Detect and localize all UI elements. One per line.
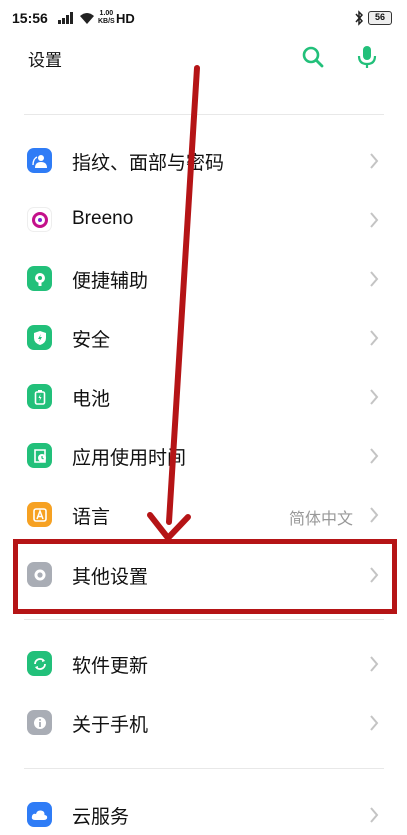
chevron-right-icon xyxy=(370,807,379,823)
bluetooth-icon xyxy=(355,10,364,26)
shield-icon xyxy=(27,325,52,350)
fingerprint-user-icon xyxy=(27,148,52,173)
settings-item-language[interactable]: 语言 简体中文 xyxy=(0,486,407,544)
chevron-right-icon xyxy=(370,153,379,169)
settings-item-about-phone[interactable]: 关于手机 xyxy=(0,694,407,752)
settings-item-label: 云服务 xyxy=(72,806,130,828)
settings-item-label: 电池 xyxy=(72,388,111,410)
settings-item-fingerprint[interactable]: 指纹、面部与密码 xyxy=(0,132,407,190)
cloud-icon xyxy=(27,802,52,827)
settings-item-label: 关于手机 xyxy=(72,714,149,736)
network-speed-value: 1.00 xyxy=(99,10,114,17)
settings-item-software-update[interactable]: 软件更新 xyxy=(0,635,407,693)
info-icon xyxy=(27,710,52,735)
settings-item-value: 简体中文 xyxy=(288,509,353,528)
chevron-right-icon xyxy=(370,389,379,405)
chevron-right-icon xyxy=(370,271,379,287)
chevron-right-icon xyxy=(370,715,379,731)
breeno-icon xyxy=(27,207,52,232)
network-speed: 1.00 KB/S xyxy=(98,10,115,26)
settings-item-security[interactable]: 安全 xyxy=(0,309,407,367)
settings-item-label: 软件更新 xyxy=(72,655,149,677)
settings-item-label: 指纹、面部与密码 xyxy=(72,152,225,174)
battery-icon xyxy=(27,384,52,409)
settings-item-label: Breeno xyxy=(72,208,134,229)
signal-icon xyxy=(58,12,74,24)
settings-item-label: 便捷辅助 xyxy=(72,270,149,292)
settings-item-label: 语言 xyxy=(72,506,111,528)
page-title: 设置 xyxy=(28,51,62,71)
touch-assist-icon xyxy=(27,266,52,291)
chevron-right-icon xyxy=(370,656,379,672)
chevron-right-icon xyxy=(370,448,379,464)
update-icon xyxy=(27,651,52,676)
search-icon[interactable] xyxy=(300,44,326,70)
mic-icon[interactable] xyxy=(354,44,380,70)
battery-icon: 56 xyxy=(368,11,392,25)
network-type: HD xyxy=(116,11,135,26)
highlight-box xyxy=(13,539,397,614)
status-time: 15:56 xyxy=(12,10,48,26)
wifi-icon xyxy=(80,13,94,24)
chevron-right-icon xyxy=(370,330,379,346)
settings-item-cloud-service[interactable]: 云服务 xyxy=(0,786,407,835)
settings-item-convenience[interactable]: 便捷辅助 xyxy=(0,250,407,308)
chevron-right-icon xyxy=(370,212,379,228)
header-divider xyxy=(24,114,384,115)
status-bar: 15:56 1.00 KB/S HD 56 xyxy=(0,0,407,40)
app-timer-icon xyxy=(27,443,52,468)
settings-item-breeno[interactable]: Breeno xyxy=(0,191,407,249)
language-icon xyxy=(27,502,52,527)
settings-item-label: 应用使用时间 xyxy=(72,447,187,469)
section-divider xyxy=(24,768,384,769)
section-divider xyxy=(24,619,384,620)
settings-item-label: 安全 xyxy=(72,329,111,351)
chevron-right-icon xyxy=(370,507,379,523)
network-speed-unit: KB/S xyxy=(98,18,115,25)
settings-item-app-usage-time[interactable]: 应用使用时间 xyxy=(0,427,407,485)
app-header: 设置 xyxy=(0,40,407,82)
settings-item-battery[interactable]: 电池 xyxy=(0,368,407,426)
